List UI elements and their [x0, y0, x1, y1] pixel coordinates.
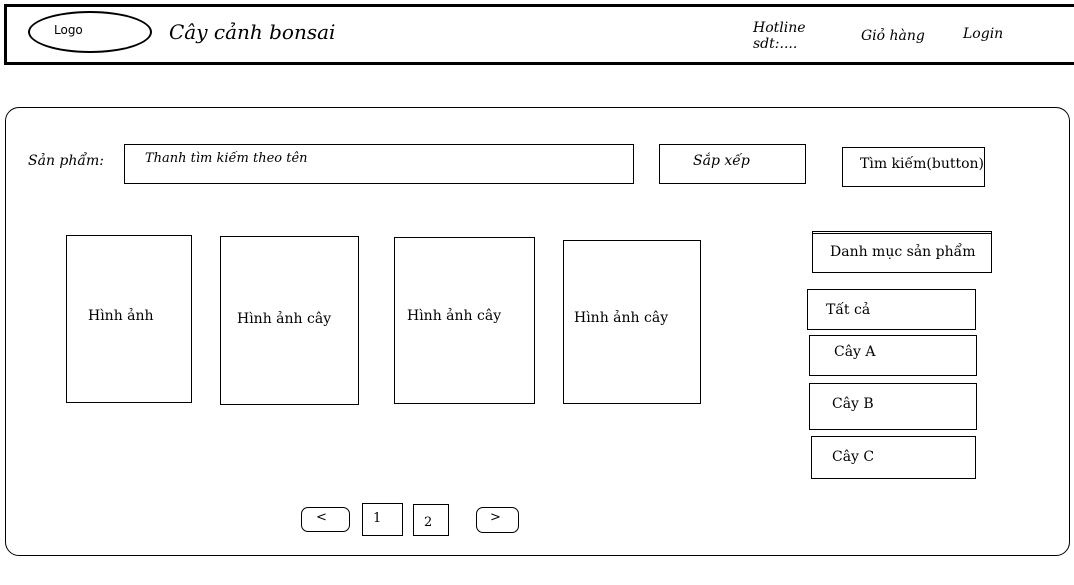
category-item-label: Cây A: [834, 344, 876, 360]
search-box[interactable]: [124, 144, 634, 184]
pagination-prev-label: <: [316, 510, 327, 525]
pagination-prev-button[interactable]: <: [301, 507, 350, 532]
product-card[interactable]: Hình ảnh cây: [394, 237, 535, 404]
pagination-page-label: 2: [424, 515, 433, 530]
product-card[interactable]: Hình ảnh: [66, 235, 192, 403]
pagination-page-label: 1: [373, 511, 382, 526]
category-item-c[interactable]: Cây C: [811, 436, 976, 479]
product-image-label: Hình ảnh cây: [574, 310, 669, 326]
hotline-label: Hotline: [753, 20, 806, 36]
pagination-page-1[interactable]: 1: [362, 503, 403, 536]
hotline-phone: sdt:....: [753, 36, 798, 52]
cart-link[interactable]: Giỏ hàng: [861, 28, 925, 44]
login-link[interactable]: Login: [963, 26, 1003, 42]
hotline: Hotline sdt:....: [753, 20, 806, 52]
search-input[interactable]: [145, 147, 605, 169]
category-item-all[interactable]: Tất cả: [807, 289, 976, 330]
pagination-next-label: >: [490, 510, 501, 525]
sort-dropdown[interactable]: Sắp xếp: [659, 144, 806, 184]
product-image-label: Hình ảnh: [88, 308, 154, 324]
pagination-next-button[interactable]: >: [476, 507, 519, 533]
category-title-text: Danh mục sản phẩm: [830, 244, 976, 260]
product-card[interactable]: Hình ảnh cây: [563, 240, 701, 404]
products-label: Sản phẩm:: [28, 153, 104, 169]
site-title[interactable]: Cây cảnh bonsai: [169, 20, 335, 44]
category-item-label: Cây B: [832, 396, 874, 412]
category-item-label: Cây C: [832, 449, 875, 465]
logo-text: Logo: [54, 23, 83, 37]
search-button[interactable]: Tìm kiếm(button): [842, 147, 985, 187]
logo[interactable]: Logo: [28, 11, 152, 53]
category-item-label: Tất cả: [826, 302, 871, 318]
search-button-label: Tìm kiếm(button): [860, 156, 984, 172]
category-title: Danh mục sản phẩm: [812, 231, 992, 273]
product-image-label: Hình ảnh cây: [407, 308, 502, 324]
category-item-b[interactable]: Cây B: [809, 383, 977, 430]
product-card[interactable]: Hình ảnh cây: [220, 236, 359, 405]
sort-label: Sắp xếp: [693, 153, 750, 169]
pagination-page-2[interactable]: 2: [413, 504, 449, 536]
product-image-label: Hình ảnh cây: [237, 311, 332, 327]
category-item-a[interactable]: Cây A: [809, 335, 977, 376]
